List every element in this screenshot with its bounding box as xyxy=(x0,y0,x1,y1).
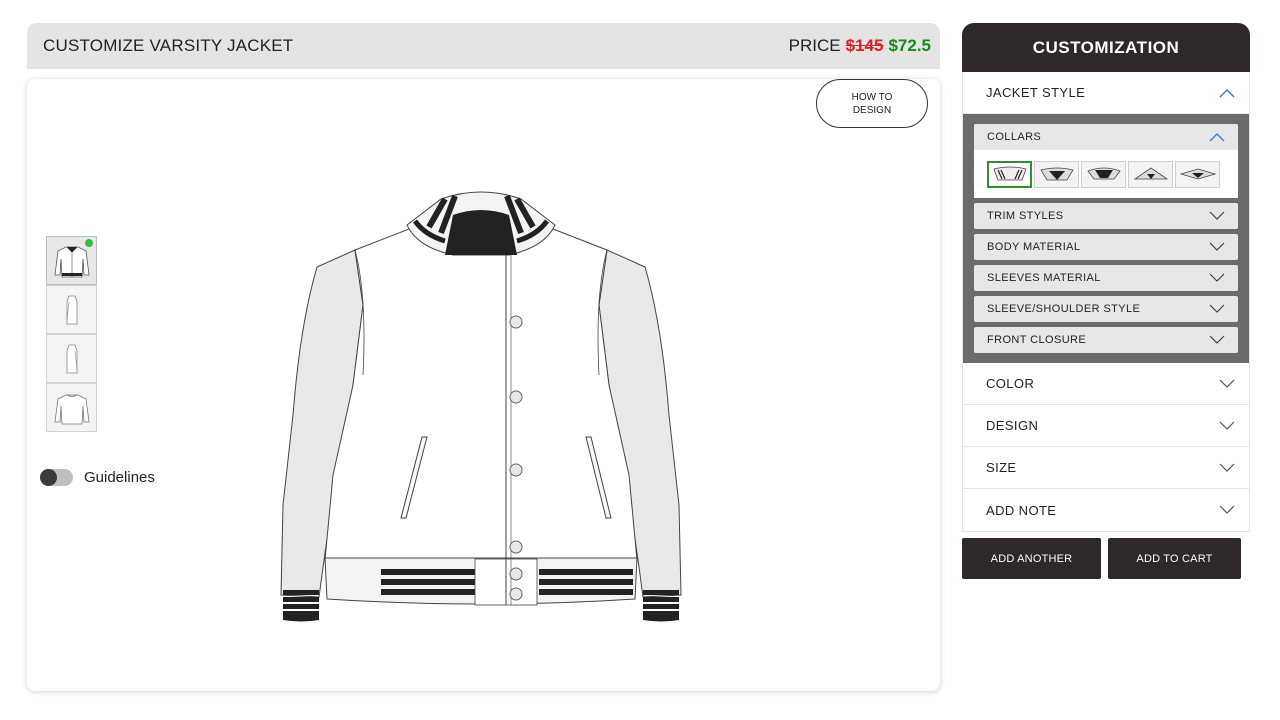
section-label: SIZE xyxy=(986,460,1017,475)
view-thumb-left[interactable] xyxy=(46,285,97,334)
price-display: PRICE $145 $72.5 xyxy=(789,36,931,56)
subsection-label: FRONT CLOSURE xyxy=(987,334,1087,346)
chevron-down-icon xyxy=(1219,505,1235,514)
customizer-header: CUSTOMIZE VARSITY JACKET PRICE $145 $72.… xyxy=(27,23,940,69)
subsection-front-closure[interactable]: FRONT CLOSURE xyxy=(974,327,1238,353)
chevron-up-icon xyxy=(1219,88,1235,97)
collar xyxy=(406,191,556,256)
section-add-note[interactable]: ADD NOTE xyxy=(963,489,1249,531)
action-buttons: ADD ANOTHER ADD TO CART xyxy=(962,538,1241,579)
subsection-label: SLEEVE/SHOULDER STYLE xyxy=(987,303,1141,315)
active-indicator xyxy=(85,239,93,247)
section-jacket-style[interactable]: JACKET STYLE xyxy=(963,72,1249,114)
view-thumb-back[interactable] xyxy=(46,383,97,432)
chevron-down-icon xyxy=(1209,335,1225,344)
subsection-label: SLEEVES MATERIAL xyxy=(987,272,1101,284)
jacket-side-icon xyxy=(66,295,77,324)
left-cuff xyxy=(283,590,319,622)
chevron-down-icon xyxy=(1219,463,1235,472)
section-label: COLOR xyxy=(986,376,1035,391)
view-thumb-front[interactable] xyxy=(46,236,97,285)
section-label: JACKET STYLE xyxy=(986,85,1086,100)
jacket-front-icon xyxy=(54,246,89,277)
rib-collar-icon xyxy=(1039,167,1074,181)
customization-panel: CUSTOMIZATION JACKET STYLE COLLARS TRIM … xyxy=(962,23,1250,579)
guidelines-label: Guidelines xyxy=(84,469,155,486)
chevron-down-icon xyxy=(1209,211,1225,220)
page-title: CUSTOMIZE VARSITY JACKET xyxy=(43,36,294,55)
chevron-down-icon xyxy=(1209,242,1225,251)
subsection-trim-styles[interactable]: TRIM STYLES xyxy=(974,203,1238,229)
collar-option-2[interactable] xyxy=(1034,160,1079,188)
subsection-label: COLLARS xyxy=(987,131,1042,143)
right-cuff xyxy=(643,590,679,622)
chevron-down-icon xyxy=(1209,304,1225,313)
shawl-collar-icon xyxy=(1133,167,1168,180)
subsection-sleeve-shoulder-style[interactable]: SLEEVE/SHOULDER STYLE xyxy=(974,296,1238,322)
section-label: DESIGN xyxy=(986,418,1039,433)
guidelines-toggle[interactable]: Guidelines xyxy=(40,469,155,486)
sale-price: $72.5 xyxy=(888,36,931,55)
collar-option-4[interactable] xyxy=(1128,160,1173,188)
chevron-up-icon xyxy=(1209,133,1225,142)
toggle-switch[interactable] xyxy=(40,469,73,486)
view-thumb-right[interactable] xyxy=(46,334,97,383)
section-size[interactable]: SIZE xyxy=(963,447,1249,489)
section-color[interactable]: COLOR xyxy=(963,363,1249,405)
subsection-label: TRIM STYLES xyxy=(987,210,1064,222)
collar-option-3[interactable] xyxy=(1081,160,1126,188)
chevron-down-icon xyxy=(1219,421,1235,430)
price-label: PRICE xyxy=(788,36,841,55)
collar-option-5[interactable] xyxy=(1175,160,1220,188)
customization-header: CUSTOMIZATION xyxy=(962,23,1250,72)
collar-options xyxy=(974,150,1238,198)
design-canvas: HOW TO DESIGN Guidelines xyxy=(27,79,940,691)
collars-block: COLLARS xyxy=(974,124,1238,198)
view-thumbnails xyxy=(46,236,97,432)
chevron-down-icon xyxy=(1219,379,1235,388)
section-design[interactable]: DESIGN xyxy=(963,405,1249,447)
subsection-sleeves-material[interactable]: SLEEVES MATERIAL xyxy=(974,265,1238,291)
jacket-preview xyxy=(280,191,682,622)
subsection-label: BODY MATERIAL xyxy=(987,241,1081,253)
chevron-down-icon xyxy=(1209,273,1225,282)
original-price: $145 xyxy=(845,36,884,55)
collar-option-1[interactable] xyxy=(987,160,1032,188)
add-to-cart-button[interactable]: ADD TO CART xyxy=(1108,538,1241,579)
jacket-style-content: COLLARS TRIM STYLES BODY MATERIAL SLEEVE… xyxy=(963,114,1249,363)
subsection-body-material[interactable]: BODY MATERIAL xyxy=(974,234,1238,260)
how-to-design-button[interactable]: HOW TO DESIGN xyxy=(816,79,928,128)
hood-collar-icon xyxy=(1086,167,1121,180)
striped-collar-icon xyxy=(992,166,1027,181)
jacket-back-icon xyxy=(54,394,89,424)
add-another-button[interactable]: ADD ANOTHER xyxy=(962,538,1101,579)
customization-accordion: JACKET STYLE COLLARS TRIM STYLES BODY MA… xyxy=(962,72,1250,532)
jacket-body xyxy=(324,214,638,561)
jacket-side-icon xyxy=(66,344,77,373)
subsection-collars[interactable]: COLLARS xyxy=(974,124,1238,150)
section-label: ADD NOTE xyxy=(986,502,1057,518)
toggle-knob xyxy=(40,469,57,486)
wing-collar-icon xyxy=(1179,168,1216,180)
